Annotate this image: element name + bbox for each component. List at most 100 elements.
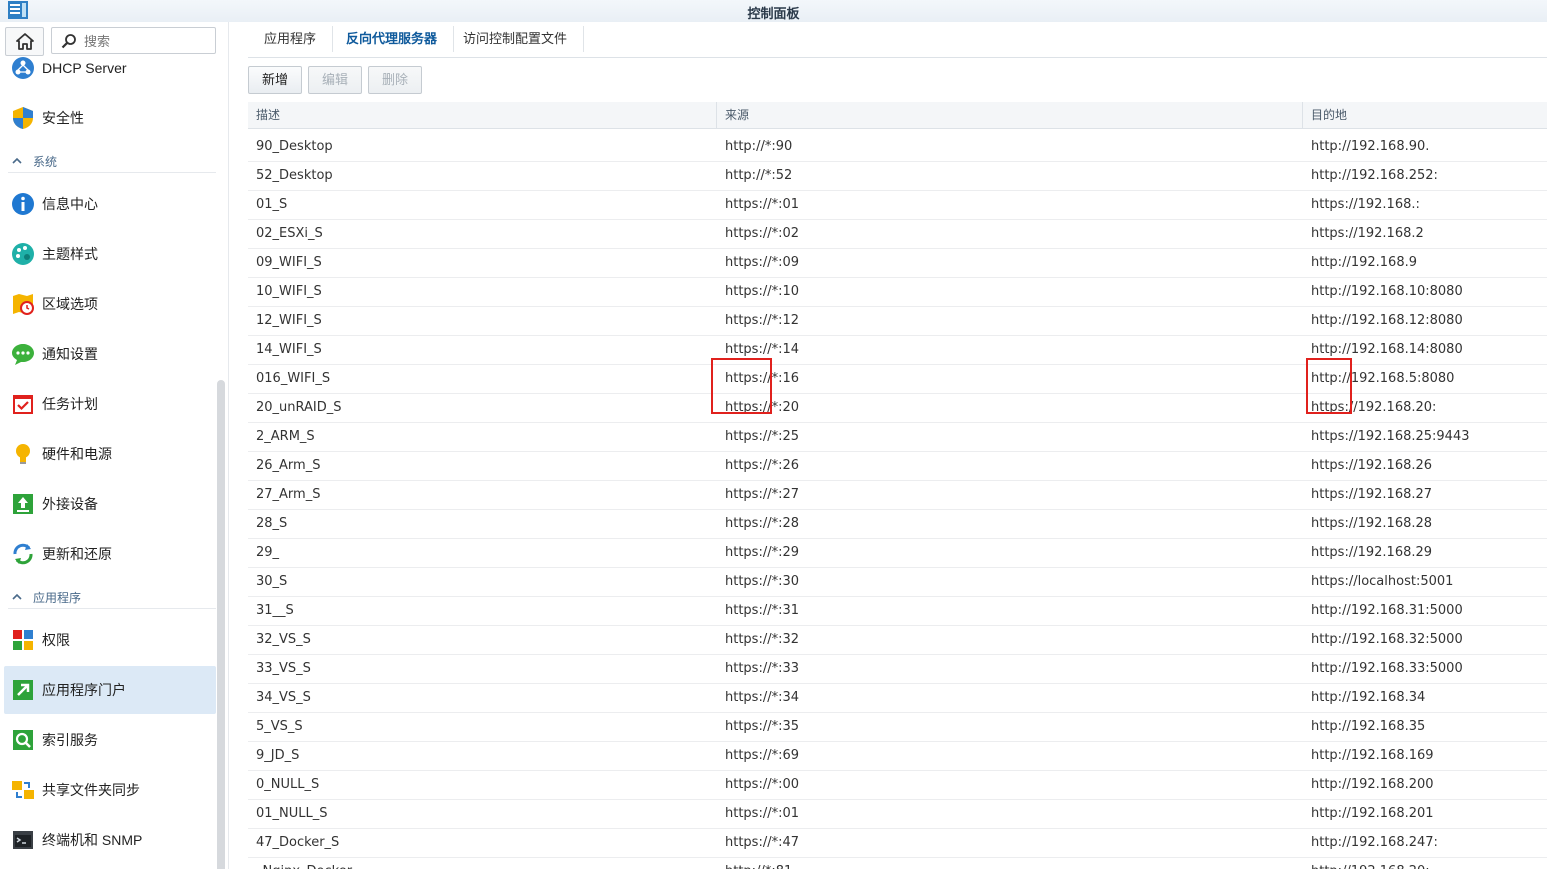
- row-description: 29_: [256, 545, 280, 560]
- table-row[interactable]: 9_JD_S https://*:69 http://192.168.169: [248, 742, 1547, 771]
- sidebar-item-label: 应用程序门户: [42, 682, 126, 698]
- row-destination: http://192.168.35: [1311, 719, 1426, 734]
- table-row[interactable]: 01_NULL_S https://*:01 http://192.168.201: [248, 800, 1547, 829]
- edit-button[interactable]: 编辑: [308, 66, 362, 94]
- sidebar-item-label: 终端机和 SNMP: [42, 832, 143, 848]
- table-row[interactable]: 01_S https://*:01 https://192.168.:: [248, 191, 1547, 220]
- row-source: https://*:12: [725, 313, 800, 328]
- table-row[interactable]: 5_VS_S https://*:35 http://192.168.35: [248, 713, 1547, 742]
- column-header-destination[interactable]: 目的地: [1303, 102, 1547, 128]
- row-destination: http://192.168.252:: [1311, 168, 1438, 183]
- table-row[interactable]: 33_VS_S https://*:33 http://192.168.33:500…: [248, 655, 1547, 684]
- table-row[interactable]: 90_Desktop http://*:90 http://192.168.90.: [248, 133, 1547, 162]
- row-description: 34_VS_S: [256, 690, 311, 705]
- row-description: 09_WIFI_S: [256, 255, 322, 270]
- tab-applications[interactable]: 应用程序: [248, 26, 334, 52]
- sidebar-item-privileges[interactable]: 权限: [4, 616, 216, 664]
- section-header-system[interactable]: 系统: [8, 150, 216, 173]
- section-header-applications[interactable]: 应用程序: [8, 586, 216, 609]
- table-row[interactable]: 02_ESXi_S https://*:02 https://192.168.2: [248, 220, 1547, 249]
- sidebar-scrollbar[interactable]: [217, 380, 225, 869]
- table-row[interactable]: 20_unRAID_S https://*:20 https://192.168.2…: [248, 394, 1547, 423]
- sidebar-item-indexing-service[interactable]: 索引服务: [4, 716, 216, 764]
- sidebar-item-hardware-power[interactable]: 硬件和电源: [4, 430, 216, 478]
- application-portal-icon: [13, 680, 33, 700]
- row-description: 01_NULL_S: [256, 806, 328, 821]
- tab-access-control-profiles[interactable]: 访问控制配置文件: [447, 26, 585, 52]
- row-description: _Nginx_Docker: [256, 858, 706, 869]
- row-destination: http://192.168.200: [1311, 777, 1434, 792]
- window-title: 控制面板: [747, 6, 800, 21]
- table-row[interactable]: 12_WIFI_S https://*:12 http://192.168.12:8…: [248, 307, 1547, 336]
- sidebar-item-label: 权限: [42, 632, 70, 648]
- table-row[interactable]: 34_VS_S https://*:34 http://192.168.34: [248, 684, 1547, 713]
- table-row[interactable]: 52_Desktop http://*:52 http://192.168.252:: [248, 162, 1547, 191]
- table-body: 90_Desktop http://*:90 http://192.168.90. 5…: [248, 133, 1547, 869]
- sidebar-item-label: 区域选项: [42, 296, 98, 312]
- row-source: https://*:14: [725, 342, 800, 357]
- sidebar-item-external-devices[interactable]: 外接设备: [4, 480, 216, 528]
- reverse-proxy-table: 描述 来源 目的地 90_Desktop http://*:90 http://19…: [248, 102, 1547, 869]
- row-description: 14_WIFI_S: [256, 342, 322, 357]
- sidebar-item-label: 硬件和电源: [42, 446, 112, 462]
- table-row[interactable]: 0_NULL_S https://*:00 http://192.168.200: [248, 771, 1547, 800]
- table-row[interactable]: 32_VS_S https://*:32 http://192.168.32:500…: [248, 626, 1547, 655]
- table-row[interactable]: 27_Arm_S https://*:27 https://192.168.27: [248, 481, 1547, 510]
- row-destination: http://192.168.20:: [1311, 858, 1547, 869]
- row-description: 32_VS_S: [256, 632, 311, 647]
- table-row[interactable]: 09_WIFI_S https://*:09 http://192.168.9: [248, 249, 1547, 278]
- sidebar-item-label: 共享文件夹同步: [42, 782, 140, 798]
- row-destination: http://192.168.33:5000: [1311, 661, 1463, 676]
- sidebar-item-notification[interactable]: 通知设置: [4, 330, 216, 378]
- hardware-power-bulb-icon: [16, 444, 30, 464]
- table-row[interactable]: 29_ https://*:29 https://192.168.29: [248, 539, 1547, 568]
- table-row[interactable]: 14_WIFI_S https://*:14 http://192.168.14:8…: [248, 336, 1547, 365]
- row-source: https://*:28: [725, 516, 800, 531]
- sidebar-item-update-restore[interactable]: 更新和还原: [4, 530, 216, 578]
- sidebar-item-info-center[interactable]: 信息中心: [4, 180, 216, 228]
- sidebar-item-shared-folder-sync[interactable]: 共享文件夹同步: [4, 766, 216, 814]
- row-destination: https://192.168.25:9443: [1311, 429, 1470, 444]
- row-source: https://*:47: [725, 835, 800, 850]
- row-destination: http://192.168.9: [1311, 255, 1417, 270]
- tab-reverse-proxy[interactable]: 反向代理服务器: [330, 26, 455, 52]
- terminal-snmp-icon: [13, 831, 33, 849]
- sidebar-item-task-scheduler[interactable]: 任务计划: [4, 380, 216, 428]
- row-destination: http://192.168.31:5000: [1311, 603, 1463, 618]
- row-description: 28_S: [256, 516, 288, 531]
- sidebar-item-terminal-snmp[interactable]: 终端机和 SNMP: [4, 816, 216, 864]
- delete-button[interactable]: 删除: [368, 66, 422, 94]
- sidebar-item-dhcp-server[interactable]: DHCP Server: [4, 44, 216, 92]
- row-source: https://*:35: [725, 719, 800, 734]
- table-row[interactable]: 30_S https://*:30 https://localhost:5001: [248, 568, 1547, 597]
- table-row[interactable]: 016_WIFI_S https://*:16 http://192.168.5:8…: [248, 365, 1547, 394]
- sidebar-item-label: 信息中心: [42, 196, 98, 212]
- add-button[interactable]: 新增: [248, 66, 302, 94]
- table-row[interactable]: 31__S https://*:31 http://192.168.31:5000: [248, 597, 1547, 626]
- row-destination: http://192.168.34: [1311, 690, 1426, 705]
- table-row[interactable]: _Nginx_Docker http://*:81 http://192.168.2…: [248, 858, 1547, 869]
- table-row[interactable]: 26_Arm_S https://*:26 https://192.168.26: [248, 452, 1547, 481]
- column-header-source[interactable]: 来源: [717, 102, 1303, 128]
- table-row[interactable]: 10_WIFI_S https://*:10 http://192.168.10:8…: [248, 278, 1547, 307]
- main-panel: 应用程序 反向代理服务器 访问控制配置文件 新增 编辑 删除 描述 来源 目的地…: [232, 22, 1547, 869]
- row-destination: http://192.168.10:8080: [1311, 284, 1463, 299]
- table-row[interactable]: 2_ARM_S https://*:25 https://192.168.25:94…: [248, 423, 1547, 452]
- row-source: http://*:81: [725, 858, 1295, 869]
- table-row[interactable]: 28_S https://*:28 https://192.168.28: [248, 510, 1547, 539]
- sidebar-item-security[interactable]: 安全性: [4, 94, 216, 142]
- row-description: 33_VS_S: [256, 661, 311, 676]
- sidebar-item-theme[interactable]: 主题样式: [4, 230, 216, 278]
- sidebar-item-regional-options[interactable]: 区域选项: [4, 280, 216, 328]
- row-destination: http://192.168.12:8080: [1311, 313, 1463, 328]
- table-row[interactable]: 47_Docker_S https://*:47 http://192.168.24…: [248, 829, 1547, 858]
- section-header-label: 应用程序: [33, 590, 82, 605]
- row-source: https://*:33: [725, 661, 800, 676]
- info-center-icon: [12, 193, 34, 215]
- sidebar-item-application-portal[interactable]: 应用程序门户: [4, 666, 216, 714]
- sidebar-item-label: 通知设置: [42, 346, 98, 362]
- row-destination: http://192.168.32:5000: [1311, 632, 1463, 647]
- row-destination: https://192.168.:: [1311, 197, 1420, 212]
- column-header-description[interactable]: 描述: [248, 102, 717, 128]
- notification-chat-icon: [12, 344, 34, 365]
